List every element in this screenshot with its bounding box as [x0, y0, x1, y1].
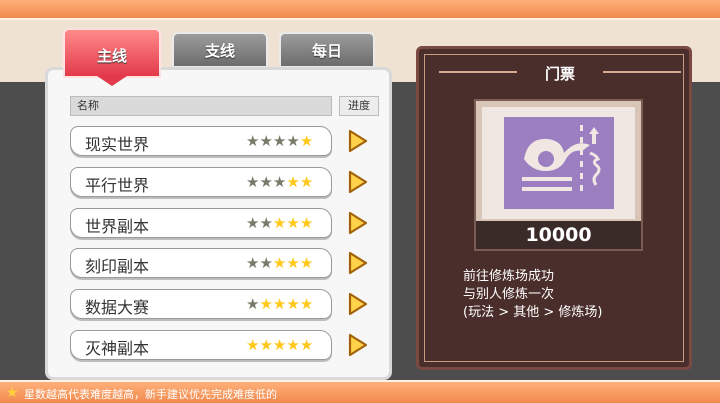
tab-main-pointer [97, 76, 127, 86]
play-arrow-icon [348, 170, 368, 194]
play-arrow-icon [348, 129, 368, 153]
item-desc-line3: (玩法 > 其他 > 修炼场) [463, 305, 603, 320]
star-icon: ★ [246, 214, 260, 232]
play-arrow-icon [348, 251, 368, 275]
star-icon: ★ [246, 132, 260, 150]
item-amount: 10000 [476, 221, 641, 249]
star-icon: ★ [286, 173, 300, 191]
difficulty-stars: ★★★★★ [246, 295, 313, 313]
difficulty-stars: ★★★★★ [246, 173, 313, 191]
play-arrow-icon [348, 292, 368, 316]
stage-name: 平行世界 [85, 176, 150, 195]
star-icon: ★ [299, 173, 314, 191]
star-icon: ★ [246, 254, 260, 272]
star-icon: ★ [299, 132, 314, 150]
tab-main-quest[interactable]: 主线 [63, 28, 161, 78]
difficulty-stars: ★★★★★ [246, 254, 313, 272]
star-icon: ★ [299, 336, 314, 354]
item-desc-line2: 与别人修炼一次 [463, 287, 555, 302]
star-icon: ★ [272, 254, 287, 272]
play-arrow-icon [348, 211, 368, 235]
play-arrow-icon [348, 333, 368, 357]
star-icon: ★ [272, 214, 287, 232]
column-header-progress: 进度 [339, 96, 379, 116]
star-icon: ★ [259, 295, 273, 313]
tip-bar: ★ 星数越高代表难度越高，新手建议优先完成难度低的 [0, 380, 720, 403]
star-icon: ★ [286, 254, 300, 272]
ticket-icon [482, 107, 635, 219]
star-icon: ★ [259, 336, 273, 354]
star-icon: ★ [286, 295, 300, 313]
stage-name: 现实世界 [85, 135, 150, 154]
star-icon: ★ [259, 214, 273, 232]
item-detail-panel: 门票 10000 前往修炼场成功 与别人修炼一次 (玩法 > 其他 > 修炼场) [416, 46, 692, 370]
list-item[interactable]: 数据大赛 ★★★★★ [70, 289, 332, 319]
stage-name: 灭神副本 [85, 339, 150, 358]
star-icon: ★ [272, 295, 287, 313]
star-icon: ★ [259, 254, 273, 272]
star-icon: ★ [246, 173, 260, 191]
stage-list-panel: 名称 进度 现实世界 ★★★★★ 平行世界 ★★★★★ 世界副本 ★★★★★ 刻印副本 ★★★… [45, 67, 392, 380]
star-icon: ★ [299, 295, 314, 313]
stage-name: 数据大赛 [85, 298, 150, 317]
star-icon: ★ [299, 214, 314, 232]
go-arrow-button[interactable] [345, 128, 369, 154]
star-icon: ★ [246, 295, 260, 313]
panel-inner-border: 门票 10000 前往修炼场成功 与别人修炼一次 (玩法 > 其他 > 修炼场) [424, 54, 684, 362]
star-icon: ★ [272, 132, 287, 150]
star-icon: ★ [246, 336, 260, 354]
item-desc-line1: 前往修炼场成功 [463, 269, 555, 284]
top-bar [0, 0, 720, 20]
go-arrow-button[interactable] [345, 250, 369, 276]
tab-side-quest[interactable]: 支线 [172, 32, 268, 68]
go-arrow-button[interactable] [345, 332, 369, 358]
list-item[interactable]: 平行世界 ★★★★★ [70, 167, 332, 197]
item-title: 门票 [544, 65, 575, 83]
star-icon: ★ [286, 214, 300, 232]
stage-name: 刻印副本 [85, 257, 150, 276]
list-item[interactable]: 现实世界 ★★★★★ [70, 126, 332, 156]
item-icon-frame: 10000 [474, 99, 643, 251]
list-item[interactable]: 灭神副本 ★★★★★ [70, 330, 332, 360]
difficulty-stars: ★★★★★ [246, 132, 313, 150]
star-icon: ★ [272, 336, 287, 354]
go-arrow-button[interactable] [345, 210, 369, 236]
column-header-name: 名称 [70, 96, 332, 116]
star-icon: ★ [286, 336, 300, 354]
difficulty-stars: ★★★★★ [246, 336, 313, 354]
list-item[interactable]: 刻印副本 ★★★★★ [70, 248, 332, 278]
stage-name: 世界副本 [85, 217, 150, 236]
star-icon: ★ [259, 132, 273, 150]
star-icon: ★ [259, 173, 273, 191]
tab-daily[interactable]: 每日 [279, 32, 375, 68]
star-icon: ★ [286, 132, 300, 150]
star-icon: ★ [6, 385, 19, 401]
tip-text: 星数越高代表难度越高，新手建议优先完成难度低的 [24, 388, 277, 401]
difficulty-stars: ★★★★★ [246, 214, 313, 232]
go-arrow-button[interactable] [345, 169, 369, 195]
star-icon: ★ [272, 173, 287, 191]
go-arrow-button[interactable] [345, 291, 369, 317]
list-item[interactable]: 世界副本 ★★★★★ [70, 208, 332, 238]
star-icon: ★ [299, 254, 314, 272]
